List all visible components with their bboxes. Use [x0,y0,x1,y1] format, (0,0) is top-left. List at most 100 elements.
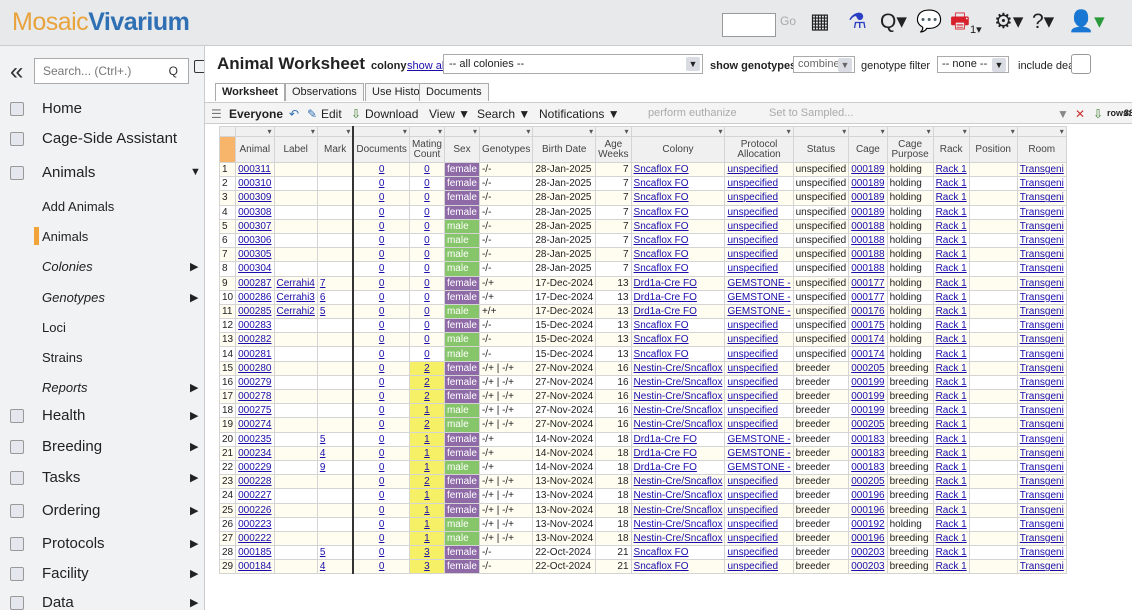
everyone-filter[interactable]: Everyone [229,107,283,121]
cell-link[interactable]: unspecified [727,377,778,388]
sidebar-item-colonies-sub[interactable]: Colonies ▶ [0,252,204,282]
table-cell[interactable]: 0 [352,346,410,362]
column-filter[interactable]: ▾ [352,126,410,137]
table-cell[interactable]: 000234 [235,445,275,461]
table-row[interactable]: 10 000286 Cerrahi3 6 0 0 female -/+ 17-Dec-2024 1… [218,289,1067,305]
table-cell[interactable]: Transgeni [1016,374,1067,391]
table-cell[interactable]: 1 [408,530,445,547]
cell-link[interactable]: Drd1a-Cre FO [634,306,697,317]
table-cell[interactable]: 000189 [848,176,888,192]
cell-link[interactable]: 0 [424,306,430,317]
cell-link[interactable]: 000188 [851,263,884,274]
column-header[interactable]: Birth Date [532,136,597,163]
table-row[interactable]: 19 000274 0 2 male -/+ | -/+ 27-Nov-2024 16 Nest… [218,417,1067,433]
cell-link[interactable]: Sncaflox FO [634,547,689,558]
table-cell[interactable]: Nestin-Cre/Sncaflox [630,417,726,433]
cell-link[interactable]: 0 [379,363,385,374]
cell-link[interactable]: GEMSTONE - [727,278,790,289]
cell-link[interactable]: 000282 [238,334,271,345]
cell-link[interactable]: 000287 [238,278,271,289]
table-cell[interactable]: 000305 [235,247,275,263]
cell-link[interactable]: unspecified [727,547,778,558]
cell-link[interactable]: 2 [424,391,430,402]
table-cell[interactable]: 000309 [235,190,275,206]
cell-link[interactable]: 4 [320,448,326,459]
table-cell[interactable]: 3 [408,559,445,575]
table-cell[interactable]: 000174 [848,346,888,362]
table-cell[interactable]: 000306 [235,232,275,249]
cell-link[interactable]: Rack 1 [936,533,967,544]
table-cell[interactable]: unspecified [724,360,794,376]
cell-link[interactable]: 000205 [851,363,884,374]
table-cell[interactable]: 000222 [235,530,275,547]
table-cell[interactable]: 0 [352,559,410,575]
table-cell[interactable]: Transgeni [1016,459,1067,476]
cell-link[interactable]: 6 [320,292,326,303]
sidebar-item-loci-sub[interactable]: Loci [0,313,204,343]
cell-link[interactable]: 2 [424,476,430,487]
cell-link[interactable]: 0 [424,207,430,218]
table-cell[interactable]: Transgeni [1016,318,1067,334]
cell-link[interactable]: Transgeni [1020,306,1064,317]
table-cell[interactable]: 000229 [235,459,275,476]
cell-link[interactable]: 000285 [238,306,271,317]
cell-link[interactable]: 2 [424,377,430,388]
table-cell[interactable]: unspecified [724,261,794,277]
table-cell[interactable]: Rack 1 [932,502,970,518]
cell-link[interactable]: 2 [424,363,430,374]
cell-link[interactable]: 000205 [851,419,884,430]
cell-link[interactable]: 0 [379,263,385,274]
table-cell[interactable]: 0 [408,176,445,192]
cell-link[interactable]: unspecified [727,221,778,232]
cell-link[interactable]: Cerrahi4 [277,278,315,289]
table-cell[interactable]: Rack 1 [932,176,970,192]
table-cell[interactable]: 0 [352,332,410,348]
cell-link[interactable]: Rack 1 [936,334,967,345]
cell-link[interactable]: 0 [424,164,430,175]
table-cell[interactable]: 000188 [848,232,888,249]
search-icon[interactable]: Q [169,64,178,78]
table-cell[interactable]: GEMSTONE - [724,303,794,320]
cell-link[interactable]: 1 [424,519,430,530]
export-icon[interactable]: ⇩ [1093,107,1103,121]
cell-link[interactable]: Cerrahi2 [277,306,315,317]
quick-search-input[interactable] [722,13,776,37]
column-filter[interactable]: ▾ [848,126,888,137]
cell-link[interactable]: 000279 [238,377,271,388]
table-cell[interactable]: 0 [408,204,445,220]
table-cell[interactable]: unspecified [724,346,794,362]
table-cell[interactable]: unspecified [724,545,794,561]
cell-link[interactable]: Transgeni [1020,235,1064,246]
table-cell[interactable]: unspecified [724,516,794,532]
column-header[interactable]: Cage [848,136,888,163]
cell-link[interactable]: Sncaflox FO [634,263,689,274]
cell-link[interactable]: 4 [320,561,326,572]
cell-link[interactable]: Sncaflox FO [634,164,689,175]
cell-link[interactable]: Rack 1 [936,178,967,189]
table-cell[interactable]: 1 [408,459,445,476]
table-cell[interactable]: 000174 [848,332,888,348]
cell-link[interactable]: 0 [379,419,385,430]
perform-euthanize-button[interactable]: perform euthanize [648,107,737,119]
cell-link[interactable]: unspecified [727,235,778,246]
cell-link[interactable]: 000226 [238,505,271,516]
cell-link[interactable]: Rack 1 [936,448,967,459]
table-cell[interactable]: 0 [352,431,410,447]
table-cell[interactable]: 000199 [848,403,888,419]
table-cell[interactable]: 0 [352,516,410,532]
cell-link[interactable]: Sncaflox FO [634,178,689,189]
table-cell[interactable]: 0 [352,204,410,220]
table-cell[interactable]: 000282 [235,332,275,348]
column-filter[interactable] [218,126,237,137]
cell-link[interactable]: Sncaflox FO [634,192,689,203]
table-cell[interactable]: GEMSTONE - [724,275,794,291]
table-cell[interactable]: 4 [316,445,355,461]
column-header[interactable]: Rack [932,136,970,163]
cell-link[interactable]: GEMSTONE - [727,462,790,473]
sidebar-item-genotypes-sub[interactable]: Genotypes ▶ [0,283,204,313]
cell-link[interactable]: 000306 [238,235,271,246]
table-cell[interactable]: Rack 1 [932,403,970,419]
cell-link[interactable]: Transgeni [1020,221,1064,232]
go-button[interactable]: Go [780,14,796,28]
cell-link[interactable]: 000189 [851,192,884,203]
